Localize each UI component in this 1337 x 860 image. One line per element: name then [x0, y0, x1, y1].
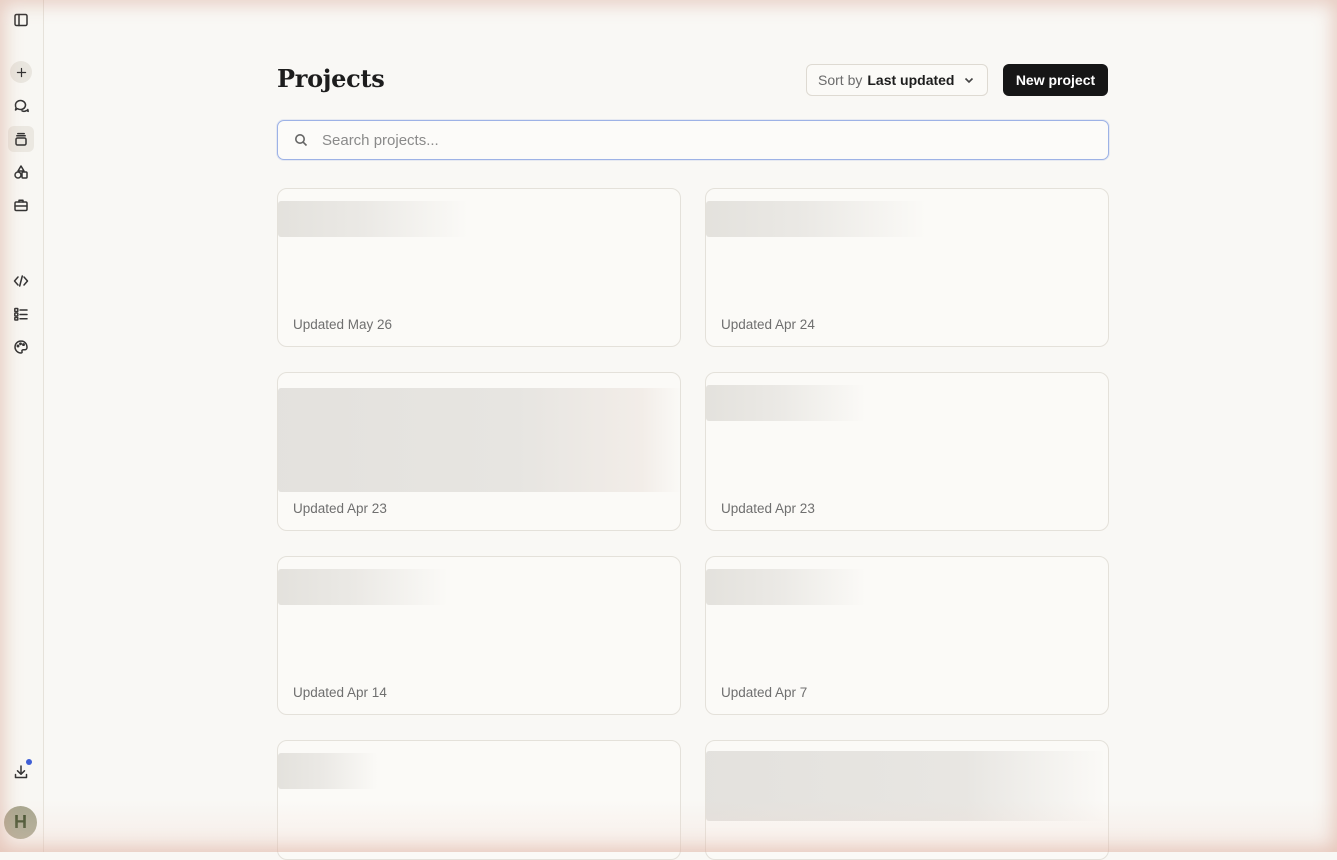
plus-icon [16, 67, 26, 77]
sidebar-item-tools[interactable] [8, 192, 34, 218]
sidebar-item-code[interactable] [8, 268, 34, 294]
sidebar-item-styles[interactable] [8, 334, 34, 360]
notification-dot [26, 759, 32, 765]
sidebar-item-projects[interactable] [8, 126, 34, 152]
loading-skeleton [278, 201, 468, 237]
project-card[interactable]: Updated Apr 23 [705, 372, 1109, 531]
project-card[interactable]: Updated Apr 7 [705, 556, 1109, 715]
project-card[interactable]: Updated May 26 [277, 188, 681, 347]
palette-icon [14, 340, 28, 354]
search-icon [295, 134, 308, 147]
avatar-initial: H [14, 812, 27, 832]
loading-skeleton [706, 385, 866, 421]
project-card[interactable]: Updated Apr 24 [705, 188, 1109, 347]
project-card[interactable] [277, 740, 681, 860]
sort-value-label: Last updated [867, 72, 955, 88]
project-updated-date: Updated Apr 14 [293, 685, 387, 700]
project-updated-date: Updated Apr 7 [721, 685, 808, 700]
project-card[interactable]: Updated Apr 14 [277, 556, 681, 715]
loading-skeleton [706, 751, 1106, 821]
download-icon [14, 765, 28, 779]
new-chat-button[interactable] [10, 61, 32, 83]
briefcase-icon [14, 199, 28, 212]
project-card[interactable] [705, 740, 1109, 860]
sidebar: H [0, 0, 44, 852]
project-updated-date: Updated Apr 23 [721, 501, 815, 516]
loading-skeleton [278, 569, 448, 605]
sidebar-toggle-icon [14, 13, 28, 27]
loading-skeleton [706, 569, 866, 605]
new-project-button[interactable]: New project [1003, 64, 1108, 96]
loading-skeleton [278, 753, 378, 789]
sidebar-item-chats[interactable] [8, 93, 34, 119]
projects-icon [15, 132, 27, 146]
search-box[interactable] [277, 120, 1109, 160]
sidebar-item-tasks[interactable] [8, 301, 34, 327]
project-updated-date: Updated Apr 23 [293, 501, 387, 516]
artifacts-icon [14, 165, 28, 179]
loading-skeleton [706, 201, 926, 237]
checklist-icon [14, 307, 28, 321]
project-updated-date: Updated Apr 24 [721, 317, 815, 332]
chats-icon [14, 99, 29, 113]
sort-prefix-label: Sort by [818, 72, 863, 88]
download-app-button[interactable] [8, 759, 34, 785]
code-icon [13, 275, 29, 287]
chevron-down-icon [965, 77, 974, 84]
sidebar-item-artifacts[interactable] [8, 159, 34, 185]
project-updated-date: Updated May 26 [293, 317, 393, 332]
sort-dropdown[interactable]: Sort by Last updated [806, 64, 988, 96]
page-title: Projects [277, 64, 385, 93]
avatar[interactable]: H [4, 806, 37, 839]
loading-skeleton [278, 388, 680, 492]
search-input[interactable] [320, 130, 1108, 150]
sidebar-toggle-button[interactable] [8, 7, 34, 33]
project-card[interactable]: Updated Apr 23 [277, 372, 681, 531]
